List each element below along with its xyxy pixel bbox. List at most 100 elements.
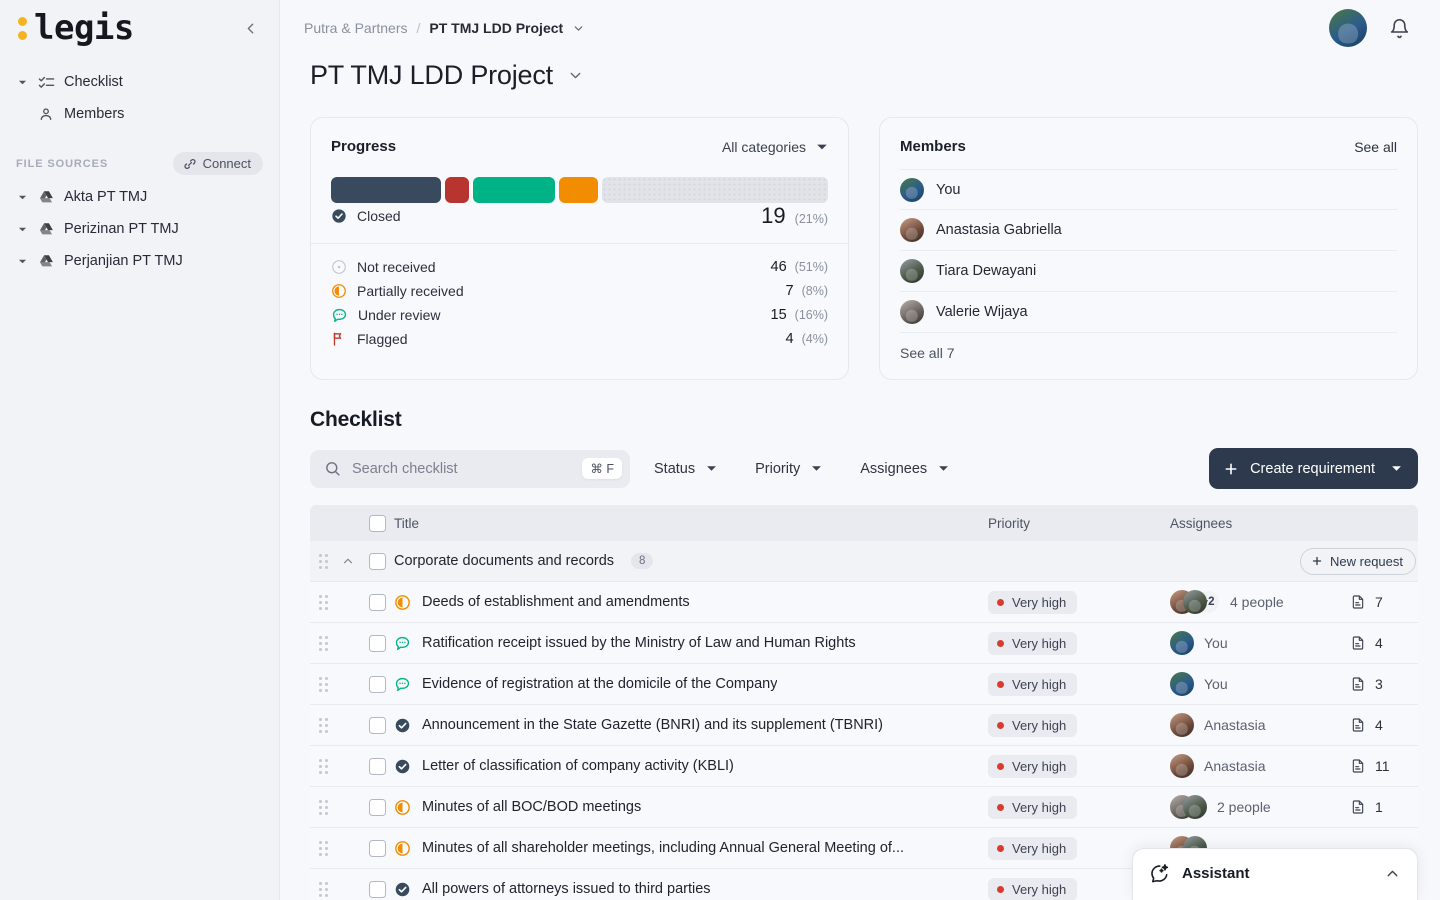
- main-content: Putra & Partners / PT TMJ LDD Project PT…: [280, 0, 1440, 900]
- table-row[interactable]: Letter of classification of company acti…: [310, 746, 1418, 787]
- progress-stat-flagged: Flagged 4 (4%): [331, 327, 828, 351]
- row-checkbox[interactable]: [368, 880, 386, 898]
- document-icon: [1352, 718, 1364, 732]
- row-checkbox[interactable]: [368, 716, 386, 734]
- row-drag-handle[interactable]: [310, 635, 336, 651]
- page-title-chevron-down-icon[interactable]: [567, 67, 584, 84]
- row-assignees-cell[interactable]: +2 4 people: [1170, 590, 1350, 614]
- row-drag-handle[interactable]: [310, 717, 336, 733]
- row-docs-cell[interactable]: 11: [1350, 758, 1418, 774]
- row-docs-cell[interactable]: 3: [1350, 676, 1418, 692]
- legis-logo[interactable]: legis: [18, 11, 134, 45]
- row-title: All powers of attorneys issued to third …: [422, 881, 711, 897]
- group-checkbox[interactable]: [368, 552, 386, 570]
- row-checkbox[interactable]: [368, 757, 386, 775]
- row-assignees-cell[interactable]: 2 people: [1170, 795, 1350, 819]
- assistant-panel[interactable]: Assistant: [1132, 848, 1418, 900]
- table-row[interactable]: Announcement in the State Gazette (BNRI)…: [310, 705, 1418, 746]
- member-row[interactable]: Tiara Dewayani: [900, 251, 1397, 292]
- sidebar-source-perjanjian[interactable]: Perjanjian PT TMJ: [8, 245, 271, 277]
- connect-button[interactable]: Connect: [172, 152, 263, 175]
- row-checkbox[interactable]: [368, 593, 386, 611]
- caret-down-icon[interactable]: [16, 78, 28, 87]
- filter-assignees[interactable]: Assignees: [846, 450, 963, 488]
- row-checkbox[interactable]: [368, 675, 386, 693]
- breadcrumb-project[interactable]: PT TMJ LDD Project: [429, 20, 563, 36]
- assistant-collapse-toggle[interactable]: [1384, 865, 1401, 882]
- row-docs-cell[interactable]: 7: [1350, 594, 1418, 610]
- sidebar-source-perizinan[interactable]: Perizinan PT TMJ: [8, 213, 271, 245]
- sidebar-item-label: Members: [64, 106, 125, 122]
- sidebar-item-label: Checklist: [64, 74, 123, 90]
- categories-filter-dropdown[interactable]: All categories: [722, 139, 828, 155]
- half-filled-circle-icon: [395, 799, 410, 815]
- row-docs-cell[interactable]: 4: [1350, 635, 1418, 651]
- sidebar-item-members[interactable]: Members: [8, 98, 271, 130]
- filter-priority[interactable]: Priority: [741, 450, 836, 488]
- collapse-sidebar-button[interactable]: [237, 15, 263, 41]
- notifications-bell-icon[interactable]: [1389, 18, 1410, 39]
- breadcrumb-org[interactable]: Putra & Partners: [304, 20, 408, 36]
- caret-down-icon[interactable]: [16, 257, 28, 266]
- table-row[interactable]: Minutes of all BOC/BOD meetings Very hig…: [310, 787, 1418, 828]
- new-request-button[interactable]: New request: [1300, 547, 1416, 575]
- row-drag-handle[interactable]: [310, 840, 336, 856]
- sidebar-item-checklist[interactable]: Checklist: [8, 66, 271, 98]
- user-avatar[interactable]: [1329, 9, 1367, 47]
- filter-status[interactable]: Status: [640, 450, 731, 488]
- group-title: Corporate documents and records: [394, 553, 615, 569]
- table-row[interactable]: Deeds of establishment and amendments Ve…: [310, 582, 1418, 623]
- caret-down-icon[interactable]: [16, 225, 28, 234]
- members-title: Members: [900, 138, 966, 155]
- avatar-stack: [1170, 795, 1207, 819]
- members-card: Members See all You Anastasia Gabriella …: [879, 117, 1418, 380]
- row-assignees-cell[interactable]: You: [1170, 672, 1350, 696]
- table-row[interactable]: Ratification receipt issued by the Minis…: [310, 623, 1418, 664]
- row-assignees-cell[interactable]: Anastasia: [1170, 713, 1350, 737]
- members-see-all-link[interactable]: See all: [1354, 139, 1397, 155]
- progress-stat-pct: (8%): [801, 284, 828, 298]
- priority-badge: Very high: [988, 877, 1078, 900]
- create-requirement-dropdown[interactable]: [1386, 463, 1402, 474]
- row-checkbox[interactable]: [368, 839, 386, 857]
- breadcrumb-chevron-down-icon[interactable]: [572, 22, 585, 35]
- row-drag-handle[interactable]: [310, 881, 336, 897]
- select-all-checkbox[interactable]: [368, 514, 386, 532]
- row-docs-cell[interactable]: 1: [1350, 799, 1418, 815]
- avatar: [900, 218, 924, 242]
- row-assignees-cell[interactable]: Anastasia: [1170, 754, 1350, 778]
- plus-icon: [1225, 463, 1237, 474]
- progress-closed-label: Closed: [357, 208, 401, 224]
- table-row[interactable]: Evidence of registration at the domicile…: [310, 664, 1418, 705]
- row-assignees-cell[interactable]: You: [1170, 631, 1350, 655]
- caret-down-icon[interactable]: [16, 193, 28, 202]
- row-docs-cell[interactable]: 4: [1350, 717, 1418, 733]
- assignee-summary: You: [1204, 676, 1228, 692]
- sidebar-source-akta[interactable]: Akta PT TMJ: [8, 181, 271, 213]
- create-requirement-button[interactable]: Create requirement: [1209, 448, 1418, 489]
- plus-icon: [1312, 556, 1322, 566]
- row-drag-handle[interactable]: [310, 799, 336, 815]
- chevron-up-icon: [1387, 870, 1398, 877]
- row-drag-handle[interactable]: [310, 594, 336, 610]
- row-checkbox[interactable]: [368, 798, 386, 816]
- progress-stat-label: Not received: [357, 259, 436, 275]
- member-row[interactable]: You: [900, 169, 1397, 210]
- document-icon: [1352, 677, 1364, 691]
- group-collapse-toggle[interactable]: [336, 554, 360, 568]
- search-input[interactable]: [352, 460, 572, 477]
- row-checkbox[interactable]: [368, 634, 386, 652]
- priority-label: Very high: [1012, 676, 1067, 692]
- avatar: [1183, 795, 1207, 819]
- row-select-cell: [360, 798, 394, 816]
- row-drag-handle[interactable]: [310, 676, 336, 692]
- docs-count: 4: [1375, 717, 1383, 733]
- row-drag-handle[interactable]: [310, 553, 336, 569]
- members-see-all-footer[interactable]: See all 7: [880, 333, 1417, 379]
- member-row[interactable]: Anastasia Gabriella: [900, 210, 1397, 251]
- table-group-row[interactable]: Corporate documents and records 8 New re…: [310, 541, 1418, 582]
- avatar: [900, 259, 924, 283]
- search-checklist[interactable]: ⌘ F: [310, 449, 630, 488]
- member-row[interactable]: Valerie Wijaya: [900, 292, 1397, 333]
- row-drag-handle[interactable]: [310, 758, 336, 774]
